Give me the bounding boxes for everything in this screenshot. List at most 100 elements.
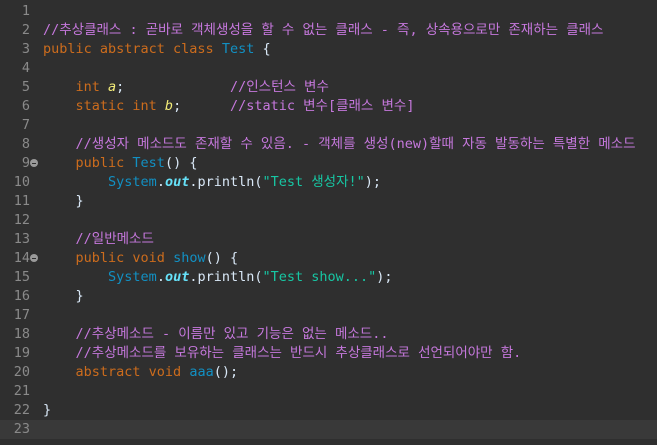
- code-token: );: [364, 174, 382, 190]
- code-text: //추상메소드 - 이름만 있고 기능은 없는 메소드..: [43, 325, 389, 344]
- code-text: static int b; //static 변수[클래스 변수]: [43, 97, 415, 116]
- code-line[interactable]: 18 //추상메소드 - 이름만 있고 기능은 없는 메소드..: [0, 325, 657, 344]
- code-token: out: [164, 174, 190, 190]
- code-line[interactable]: 23: [0, 420, 657, 439]
- code-line[interactable]: 6 static int b; //static 변수[클래스 변수]: [0, 97, 657, 116]
- code-text: public void show() {: [43, 249, 239, 268]
- code-line[interactable]: 11 }: [0, 192, 657, 211]
- line-number: 17: [13, 307, 30, 323]
- code-token: //추상메소드를 보유하는 클래스는 반드시 추상클래스로 선언되어야만 함.: [75, 345, 522, 361]
- code-token: );: [376, 269, 393, 285]
- code-line[interactable]: 7: [0, 116, 657, 135]
- code-editor[interactable]: 1 2//추상클래스 : 곧바로 객체생성을 할 수 없는 클래스 - 즉, 상속…: [0, 0, 657, 445]
- code-token: }: [43, 288, 84, 304]
- code-text: //일반메소드: [43, 230, 154, 249]
- line-number: 13: [13, 231, 30, 247]
- code-token: //인스턴스 변수: [229, 79, 329, 95]
- line-number: 20: [13, 364, 30, 380]
- code-line[interactable]: 4: [0, 59, 657, 78]
- code-token: public abstract class: [43, 41, 222, 57]
- line-number: 3: [21, 41, 30, 57]
- line-number: 19: [13, 345, 30, 361]
- code-line[interactable]: 20 abstract void aaa();: [0, 363, 657, 382]
- code-token: "Test 생성자!": [262, 174, 365, 190]
- code-token: .println(: [189, 269, 263, 285]
- code-token: ;: [116, 79, 230, 95]
- code-line[interactable]: 2 //추상클래스 : 곧바로 객체생성을 할 수 없는 클래스 - 즉, 상속용…: [0, 21, 657, 40]
- code-token: }: [43, 193, 84, 209]
- code-line[interactable]: 12: [0, 211, 657, 230]
- code-text: public abstract class Test {: [43, 40, 271, 59]
- code-text: }: [43, 192, 84, 211]
- code-token: abstract void: [75, 364, 190, 380]
- line-number: 16: [13, 288, 30, 304]
- code-token: static int: [75, 98, 165, 114]
- line-number: 21: [13, 383, 30, 399]
- line-number: 23: [13, 421, 30, 437]
- code-line[interactable]: 19 //추상메소드를 보유하는 클래스는 반드시 추상클래스로 선언되어야만 …: [0, 344, 657, 363]
- code-token: .: [156, 174, 165, 190]
- code-token: {: [254, 41, 271, 57]
- code-line[interactable]: 22}: [0, 401, 657, 420]
- code-line[interactable]: 16 }: [0, 287, 657, 306]
- code-token: Test: [132, 155, 165, 171]
- code-token: Test: [221, 41, 255, 57]
- code-token: }: [43, 402, 52, 418]
- code-line[interactable]: 5 int a; //인스턴스 변수: [0, 78, 657, 97]
- code-line[interactable]: 13 //일반메소드: [0, 230, 657, 249]
- line-number: 6: [21, 98, 30, 114]
- line-number: 1: [21, 3, 30, 19]
- code-line[interactable]: 1: [0, 2, 657, 21]
- line-number: 22: [13, 402, 30, 418]
- code-line[interactable]: 15 System.out.println("Test show...");: [0, 268, 657, 287]
- fold-collapse-icon[interactable]: [30, 159, 38, 167]
- code-line[interactable]: 14 public void show() {: [0, 249, 657, 268]
- code-text: }: [43, 287, 84, 306]
- code-line[interactable]: 9 public Test() {: [0, 154, 657, 173]
- code-token: //생성자 메소드도 존재할 수 있음. - 객체를 생성(new)할때 자동 …: [75, 136, 636, 152]
- line-number: 7: [21, 117, 30, 133]
- code-line[interactable]: 8 //생성자 메소드도 존재할 수 있음. - 객체를 생성(new)할때 자…: [0, 135, 657, 154]
- line-number: 5: [21, 79, 30, 95]
- line-number: 14: [13, 250, 30, 266]
- line-number: 10: [13, 174, 30, 190]
- code-text: abstract void aaa();: [43, 363, 239, 382]
- code-token: int: [75, 79, 109, 95]
- line-number: 11: [13, 193, 30, 209]
- line-number: 2: [21, 22, 30, 38]
- code-token: show: [173, 250, 206, 266]
- line-number: 12: [13, 212, 30, 228]
- code-text: System.out.println("Test show...");: [43, 268, 393, 287]
- code-text: //생성자 메소드도 존재할 수 있음. - 객체를 생성(new)할때 자동 …: [43, 135, 636, 154]
- code-text: int a; //인스턴스 변수: [43, 78, 329, 97]
- code-line[interactable]: 10 System.out.println("Test 생성자!");: [0, 173, 657, 192]
- code-token: System: [108, 174, 157, 190]
- code-line[interactable]: 17: [0, 306, 657, 325]
- code-token: aaa: [189, 364, 214, 380]
- code-token: a: [108, 79, 117, 95]
- code-line[interactable]: 21: [0, 382, 657, 401]
- fold-collapse-icon[interactable]: [30, 254, 38, 262]
- code-line[interactable]: 3 public abstract class Test {: [0, 40, 657, 59]
- code-token: .println(: [189, 174, 263, 190]
- code-token: //추상메소드 - 이름만 있고 기능은 없는 메소드..: [75, 326, 389, 342]
- line-number: 9: [21, 155, 30, 171]
- code-text: public Test() {: [43, 154, 198, 173]
- code-token: //추상클래스 : 곧바로 객체생성을 할 수 없는 클래스 - 즉, 상속용으…: [43, 22, 604, 38]
- code-token: .: [156, 269, 165, 285]
- code-token: "Test show...": [262, 269, 377, 285]
- code-token: () {: [164, 155, 198, 171]
- code-token: ;: [173, 98, 230, 114]
- line-number: 4: [21, 60, 30, 76]
- code-text: //추상메소드를 보유하는 클래스는 반드시 추상클래스로 선언되어야만 함.: [43, 344, 522, 363]
- code-token: //일반메소드: [75, 231, 154, 247]
